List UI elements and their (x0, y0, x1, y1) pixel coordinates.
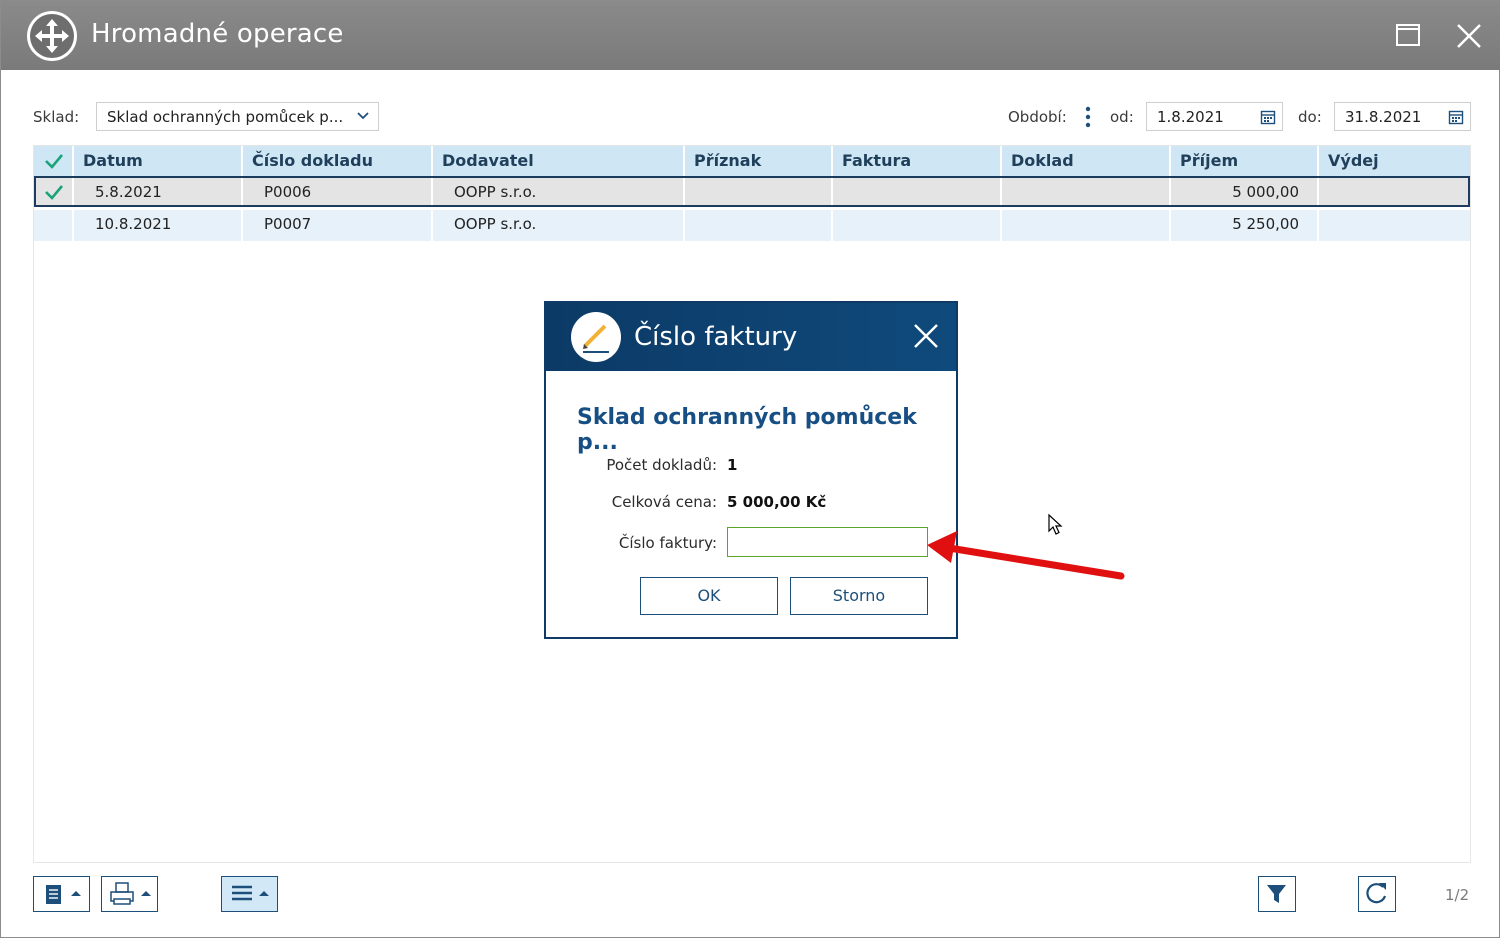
row-checkbox[interactable] (34, 178, 74, 205)
od-label: od: (1110, 108, 1134, 126)
column-header-datum[interactable]: Datum (74, 146, 243, 176)
column-header-vydej[interactable]: Výdej (1319, 146, 1470, 176)
cell-vydej (1319, 178, 1468, 205)
filter-button[interactable] (1258, 876, 1296, 912)
cell-faktura (833, 178, 1002, 205)
document-icon (46, 885, 61, 904)
celkova-cena-label: Celková cena: (611, 493, 717, 511)
dialog-header[interactable]: Číslo faktury (546, 303, 956, 371)
pocet-dokladu-value: 1 (727, 456, 738, 474)
column-header-prijem[interactable]: Příjem (1171, 146, 1319, 176)
cell-doklad (1002, 178, 1171, 205)
cell-faktura (833, 210, 1002, 241)
ok-button[interactable]: OK (640, 577, 778, 615)
caret-up-icon (71, 891, 81, 896)
print-menu-button[interactable] (101, 876, 158, 912)
sklad-label: Sklad: (33, 108, 80, 126)
printer-icon (110, 882, 134, 905)
document-menu-button[interactable] (33, 876, 90, 912)
cell-vydej (1319, 210, 1470, 241)
cell-priznak (685, 210, 833, 241)
title-bar[interactable]: Hromadné operace (1, 1, 1500, 70)
table-row[interactable]: 5.8.2021 P0006 OOPP s.r.o. 5 000,00 (34, 176, 1470, 207)
refresh-icon (1366, 883, 1387, 904)
cell-cislo: P0007 (243, 210, 433, 241)
dialog-title: Číslo faktury (634, 322, 798, 352)
pocet-dokladu-label: Počet dokladů: (606, 456, 717, 474)
chevron-down-icon (356, 109, 370, 127)
more-options-icon[interactable] (1084, 106, 1092, 128)
invoice-number-input[interactable] (727, 527, 928, 557)
do-date-field[interactable]: 31.8.2021 (1334, 102, 1471, 131)
select-all-checkbox[interactable] (34, 146, 74, 176)
row-checkbox[interactable] (34, 210, 74, 241)
menu-icon (232, 885, 252, 901)
cislo-faktury-label: Číslo faktury: (618, 534, 717, 552)
move-icon (27, 11, 77, 61)
mouse-pointer-icon (1048, 513, 1063, 535)
window-title: Hromadné operace (91, 19, 344, 49)
filter-bar: Sklad: Sklad ochranných pomůcek p... Obd… (1, 99, 1500, 135)
column-header-dodavatel[interactable]: Dodavatel (433, 146, 685, 176)
table-row[interactable]: 10.8.2021 P0007 OOPP s.r.o. 5 250,00 (34, 210, 1470, 241)
od-date-field[interactable]: 1.8.2021 (1146, 102, 1283, 131)
pager-label: 1/2 (1445, 886, 1470, 904)
maximize-button[interactable] (1391, 19, 1425, 53)
red-arrow-annotation (927, 531, 1125, 580)
column-header-priznak[interactable]: Příznak (685, 146, 833, 176)
storno-button[interactable]: Storno (790, 577, 928, 615)
cell-prijem: 5 000,00 (1171, 178, 1319, 205)
refresh-button[interactable] (1358, 876, 1396, 912)
caret-up-icon (141, 891, 151, 896)
sklad-select-value: Sklad ochranných pomůcek p... (107, 108, 344, 126)
cell-dodavatel: OOPP s.r.o. (433, 210, 685, 241)
cell-datum: 5.8.2021 (74, 178, 243, 205)
cell-cislo: P0006 (243, 178, 433, 205)
close-icon[interactable] (912, 322, 940, 350)
actions-menu-button[interactable] (221, 876, 278, 912)
filter-icon (1267, 885, 1286, 903)
caret-up-icon (259, 891, 269, 896)
cell-dodavatel: OOPP s.r.o. (433, 178, 685, 205)
column-header-faktura[interactable]: Faktura (833, 146, 1002, 176)
close-button[interactable] (1452, 19, 1486, 53)
sklad-select[interactable]: Sklad ochranných pomůcek p... (96, 102, 379, 131)
cell-doklad (1002, 210, 1171, 241)
cell-prijem: 5 250,00 (1171, 210, 1319, 241)
calendar-icon[interactable] (1260, 109, 1276, 129)
main-window: Hromadné operace Sklad: Sklad ochranných… (0, 0, 1500, 938)
dialog-heading: Sklad ochranných pomůcek p... (577, 405, 917, 455)
do-label: do: (1298, 108, 1322, 126)
obdobi-label: Období: (1008, 108, 1067, 126)
cell-priznak (685, 178, 833, 205)
cell-datum: 10.8.2021 (74, 210, 243, 241)
od-date-value: 1.8.2021 (1157, 108, 1224, 126)
table-header: Datum Číslo dokladu Dodavatel Příznak Fa… (34, 146, 1470, 176)
do-date-value: 31.8.2021 (1345, 108, 1422, 126)
celkova-cena-value: 5 000,00 Kč (727, 493, 827, 511)
column-header-doklad[interactable]: Doklad (1002, 146, 1171, 176)
pencil-icon (571, 312, 621, 362)
calendar-icon[interactable] (1448, 109, 1464, 129)
invoice-number-dialog: Číslo faktury Sklad ochranných pomůcek p… (544, 301, 958, 639)
column-header-cislo-dokladu[interactable]: Číslo dokladu (243, 146, 433, 176)
